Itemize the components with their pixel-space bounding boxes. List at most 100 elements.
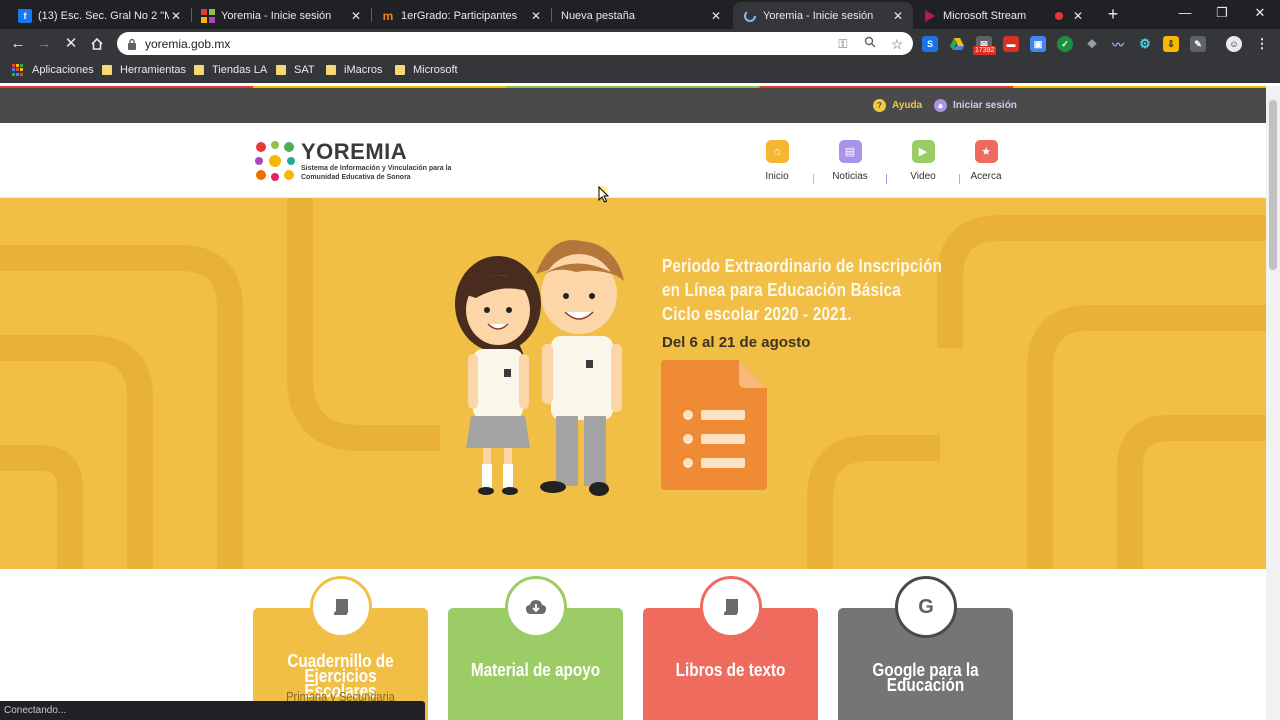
recording-icon [1055,11,1063,20]
edit-icon[interactable]: ✎ [1190,36,1206,52]
book-icon [310,576,372,638]
tab-title: (13) Esc. Sec. Gral No 2 "Moi [38,9,169,22]
extension-red-icon[interactable]: ▬ [1003,36,1019,52]
folder-icon [194,65,204,75]
download-icon[interactable]: ⇩ [1163,36,1179,52]
bookmark-label: SAT [294,64,315,76]
back-button[interactable]: ← [8,34,28,54]
close-icon[interactable]: ✕ [891,9,905,23]
page-scrollbar[interactable] [1266,86,1280,720]
drive-icon[interactable] [949,36,965,52]
hero-title-line: en Línea para Educación Básica [662,280,901,300]
tab-title: Nueva pestaña [561,9,635,22]
dropbox-icon[interactable]: ❖ [1084,36,1100,52]
tab-yoremia-active[interactable]: Yoremia - Inicie sesión ✕ [733,2,913,29]
help-icon: ? [873,99,886,112]
hero-banner[interactable]: Periodo Extraordinario de Inscripción en… [0,198,1266,569]
card-material[interactable]: Material de apoyo [448,576,623,720]
nav-video[interactable]: ▶ Video [893,140,953,182]
help-link[interactable]: ? Ayuda [873,99,922,112]
hero-dates: Del 6 al 21 de agosto [662,334,811,351]
bookmark-herramientas[interactable]: Herramientas [102,64,186,76]
tab-yoremia-1[interactable]: Yoremia - Inicie sesión ✕ [191,2,371,29]
bookmark-label: Aplicaciones [32,64,94,76]
card-title: Material de apoyo [470,660,601,680]
profile-avatar[interactable]: ☺ [1226,36,1242,52]
status-bar: Conectando... [0,701,425,720]
bookmark-imacros[interactable]: iMacros [326,64,383,76]
folder-icon [276,65,286,75]
tab-title: Yoremia - Inicie sesión [763,9,874,22]
top-utility-bar: ? Ayuda 🔒︎ Iniciar sesión [0,88,1266,123]
facebook-icon: f [18,8,32,23]
extension-s-icon[interactable]: S [922,36,938,52]
nav-label: Inicio [765,171,789,182]
logo-tagline: Sistema de Información y Vinculación par… [301,165,452,181]
yoremia-logo[interactable]: YOREMIA Sistema de Información y Vincula… [253,139,453,183]
bookmarks-bar: Aplicaciones Herramientas Tiendas LA SAT… [0,58,1280,83]
site-header: YOREMIA Sistema de Información y Vincula… [0,123,1266,198]
bookmark-sat[interactable]: SAT [276,64,315,76]
minimize-button[interactable]: — [1170,3,1200,23]
extension-window-icon[interactable]: ▣ [1030,36,1046,52]
logo-brand: YOREMIA [301,139,408,164]
tab-stream[interactable]: Microsoft Stream ✕ [913,2,1093,29]
gear-icon[interactable]: ⚙ [1137,36,1153,52]
yoremia-logo-mark [255,141,295,181]
scrollbar-thumb[interactable] [1269,100,1277,270]
zoom-icon[interactable] [862,36,878,52]
hero-title-line: Ciclo escolar 2020 - 2021. [662,304,852,324]
folder-icon [326,65,336,75]
help-label: Ayuda [892,100,923,111]
mail-count-badge: 17392 [973,46,997,55]
nav-inicio[interactable]: ⌂ Inicio [747,140,807,182]
bookmark-star-icon[interactable]: ☆ [889,36,905,52]
stream-icon [923,9,937,23]
hero-title: Periodo Extraordinario de Inscripción en… [662,254,942,326]
lock-icon: 🔒︎ [934,99,947,112]
login-link[interactable]: 🔒︎ Iniciar sesión [934,99,1017,112]
bookmark-label: Tiendas LA [212,64,268,76]
resource-cards: Cuadernillo de Ejercicios Escolares Prim… [0,569,1266,720]
restore-button[interactable]: ❐ [1207,3,1237,23]
bookmark-tiendas[interactable]: Tiendas LA [194,64,267,76]
bookmark-microsoft[interactable]: Microsoft [395,64,458,76]
address-bar[interactable]: yoremia.gob.mx ⚿ ☆ [117,32,913,55]
tab-moodle[interactable]: m 1erGrado: Participantes ✕ [371,2,551,29]
close-icon[interactable]: ✕ [529,9,543,23]
video-icon: ▶ [911,140,935,163]
forward-button[interactable]: → [34,34,54,54]
google-icon: G [895,576,957,638]
tab-facebook[interactable]: f (13) Esc. Sec. Gral No 2 "Moi ✕ [8,2,191,29]
menu-icon[interactable]: ⋮ [1254,36,1270,52]
close-icon[interactable]: ✕ [709,9,723,23]
form-document-icon [661,360,767,490]
close-icon[interactable]: ✕ [169,9,183,23]
apps-icon [12,64,24,76]
tab-new[interactable]: Nueva pestaña ✕ [551,2,731,29]
nav-noticias[interactable]: ▤ Noticias [820,140,880,182]
bookmark-apps[interactable]: Aplicaciones [12,64,94,76]
bookmark-label: Herramientas [120,64,187,76]
login-label: Iniciar sesión [953,100,1017,111]
nav-acerca[interactable]: ★ Acerca [956,140,1016,182]
stop-button[interactable]: ✕ [61,34,81,54]
new-tab-button[interactable]: + [1103,4,1123,24]
extension-wave-icon[interactable]: 〰 [1110,36,1126,52]
close-icon[interactable]: ✕ [1071,9,1085,23]
url-text: yoremia.gob.mx [145,37,231,51]
nav-label: Acerca [970,171,1002,182]
tab-title: Microsoft Stream [943,9,1027,22]
close-icon[interactable]: ✕ [349,9,363,23]
hero-title-line: Periodo Extraordinario de Inscripción [662,256,943,276]
close-window-button[interactable]: ✕ [1245,3,1275,23]
check-icon[interactable]: ✓ [1057,36,1073,52]
key-icon[interactable]: ⚿ [835,36,851,52]
tab-title: Yoremia - Inicie sesión [221,9,332,22]
news-icon: ▤ [838,140,862,163]
home-button[interactable] [87,34,107,54]
card-google[interactable]: G Google para la Educación [838,576,1013,720]
home-icon: ⌂ [765,140,789,163]
star-icon: ★ [974,140,998,163]
card-libros[interactable]: Libros de texto [643,576,818,720]
